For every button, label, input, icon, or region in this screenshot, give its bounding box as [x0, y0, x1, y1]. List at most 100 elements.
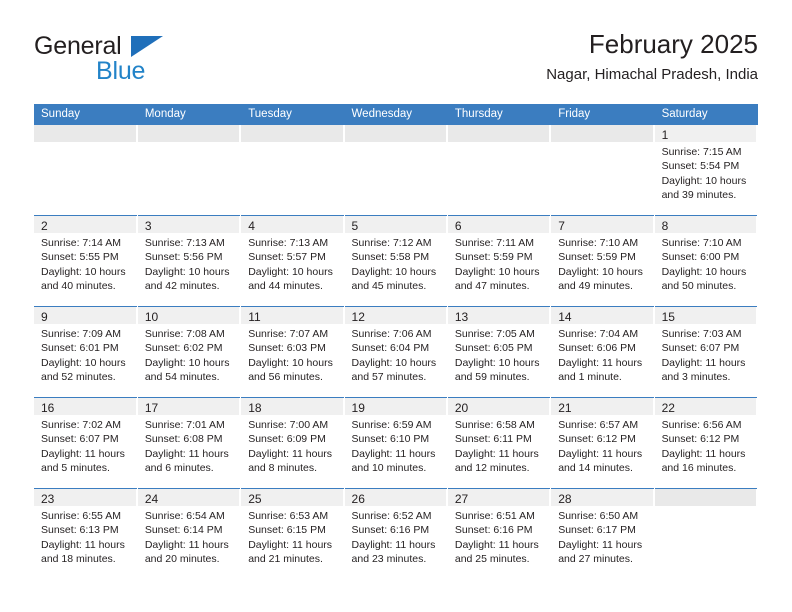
day-cell[interactable]: 11 Sunrise: 7:07 AM Sunset: 6:03 PM Dayligh… — [241, 307, 344, 397]
day-number: 22 — [661, 401, 675, 415]
day-details: Sunrise: 7:10 AM Sunset: 6:00 PM Daylight:… — [654, 233, 757, 294]
day-cell[interactable]: 23 Sunrise: 6:55 AM Sunset: 6:13 PM Dayligh… — [34, 489, 137, 579]
calendar-grid: Sunday Monday Tuesday Wednesday Thursday… — [34, 104, 759, 579]
day-cell[interactable]: 26 Sunrise: 6:52 AM Sunset: 6:16 PM Dayligh… — [344, 489, 447, 579]
sunrise-text: Sunrise: 7:13 AM — [248, 237, 329, 249]
calendar-day-cell[interactable]: 9 Sunrise: 7:09 AM Sunset: 6:01 PM Daylight… — [34, 306, 138, 398]
sunset-text: Sunset: 5:56 PM — [144, 251, 223, 264]
calendar-day-cell[interactable]: 23 Sunrise: 6:55 AM Sunset: 6:13 PM Dayligh… — [34, 488, 138, 579]
calendar-day-cell[interactable]: 1 Sunrise: 7:15 AM Sunset: 5:54 PM Daylight… — [654, 125, 759, 216]
calendar-day-cell[interactable]: 14 Sunrise: 7:04 AM Sunset: 6:06 PM Dayligh… — [550, 306, 655, 398]
day-cell[interactable]: 27 Sunrise: 6:51 AM Sunset: 6:16 PM Dayligh… — [447, 489, 551, 579]
day-cell[interactable]: 22 Sunrise: 6:56 AM Sunset: 6:12 PM Dayligh… — [654, 398, 757, 488]
day-number-band: 11 — [241, 307, 344, 324]
day-cell[interactable]: 28 Sunrise: 6:50 AM Sunset: 6:17 PM Dayligh… — [551, 489, 654, 579]
day-number: 18 — [248, 401, 262, 415]
day-cell[interactable]: 6 Sunrise: 7:11 AM Sunset: 5:59 PM Daylight… — [447, 216, 551, 306]
calendar-day-cell[interactable] — [34, 125, 138, 216]
day-number: 7 — [558, 219, 565, 233]
sunset-text: Sunset: 6:08 PM — [144, 433, 223, 446]
day-details: Sunrise: 6:54 AM Sunset: 6:14 PM Daylight:… — [137, 506, 241, 567]
day-cell[interactable]: 2 Sunrise: 7:14 AM Sunset: 5:55 PM Daylight… — [34, 216, 137, 306]
calendar-day-cell[interactable]: 7 Sunrise: 7:10 AM Sunset: 5:59 PM Daylight… — [550, 215, 655, 307]
day-cell[interactable]: 4 Sunrise: 7:13 AM Sunset: 5:57 PM Daylight… — [241, 216, 344, 306]
daylight-text-line2: and 59 minutes. — [454, 370, 530, 383]
day-number-band — [137, 125, 241, 142]
calendar-day-cell[interactable]: 11 Sunrise: 7:07 AM Sunset: 6:03 PM Dayligh… — [240, 306, 345, 398]
calendar-day-cell[interactable] — [137, 125, 242, 216]
calendar-day-cell[interactable]: 15 Sunrise: 7:03 AM Sunset: 6:07 PM Dayligh… — [654, 306, 759, 398]
day-number-band: 6 — [447, 216, 551, 233]
calendar-day-cell[interactable]: 25 Sunrise: 6:53 AM Sunset: 6:15 PM Dayligh… — [240, 488, 345, 579]
calendar-day-cell[interactable]: 22 Sunrise: 6:56 AM Sunset: 6:12 PM Dayligh… — [654, 397, 759, 489]
day-cell[interactable]: 7 Sunrise: 7:10 AM Sunset: 5:59 PM Daylight… — [551, 216, 654, 306]
day-details: Sunrise: 6:50 AM Sunset: 6:17 PM Daylight:… — [551, 506, 654, 567]
calendar-day-cell[interactable]: 13 Sunrise: 7:05 AM Sunset: 6:05 PM Dayligh… — [447, 306, 552, 398]
day-cell[interactable]: 13 Sunrise: 7:05 AM Sunset: 6:05 PM Dayligh… — [447, 307, 551, 397]
day-cell[interactable]: 19 Sunrise: 6:59 AM Sunset: 6:10 PM Dayligh… — [344, 398, 447, 488]
calendar-day-cell[interactable]: 26 Sunrise: 6:52 AM Sunset: 6:16 PM Dayligh… — [344, 488, 448, 579]
day-cell[interactable]: 10 Sunrise: 7:08 AM Sunset: 6:02 PM Dayligh… — [137, 307, 241, 397]
calendar-day-cell[interactable]: 27 Sunrise: 6:51 AM Sunset: 6:16 PM Dayligh… — [447, 488, 552, 579]
day-cell[interactable]: 5 Sunrise: 7:12 AM Sunset: 5:58 PM Daylight… — [344, 216, 447, 306]
calendar-day-cell[interactable]: 18 Sunrise: 7:00 AM Sunset: 6:09 PM Dayligh… — [240, 397, 345, 489]
empty-day-cell — [241, 125, 344, 215]
day-cell[interactable]: 14 Sunrise: 7:04 AM Sunset: 6:06 PM Dayligh… — [551, 307, 654, 397]
page-title: February 2025 — [588, 29, 758, 59]
day-details — [654, 506, 757, 509]
calendar-day-cell[interactable]: 16 Sunrise: 7:02 AM Sunset: 6:07 PM Dayligh… — [34, 397, 138, 489]
day-cell[interactable]: 20 Sunrise: 6:58 AM Sunset: 6:11 PM Dayligh… — [447, 398, 551, 488]
calendar-day-cell[interactable] — [240, 125, 345, 216]
daylight-text-line1: Daylight: 11 hours — [661, 356, 746, 369]
day-cell[interactable]: 8 Sunrise: 7:10 AM Sunset: 6:00 PM Daylight… — [654, 216, 757, 306]
calendar-day-cell[interactable]: 4 Sunrise: 7:13 AM Sunset: 5:57 PM Daylight… — [240, 215, 345, 307]
weekday-header-wednesday: Wednesday — [344, 104, 448, 125]
calendar-day-cell[interactable]: 8 Sunrise: 7:10 AM Sunset: 6:00 PM Daylight… — [654, 215, 759, 307]
day-cell[interactable]: 15 Sunrise: 7:03 AM Sunset: 6:07 PM Dayligh… — [654, 307, 757, 397]
sunset-text: Sunset: 6:01 PM — [41, 342, 119, 355]
day-cell[interactable]: 12 Sunrise: 7:06 AM Sunset: 6:04 PM Dayligh… — [344, 307, 447, 397]
calendar-day-cell[interactable]: 24 Sunrise: 6:54 AM Sunset: 6:14 PM Dayligh… — [137, 488, 242, 579]
calendar-day-cell[interactable]: 6 Sunrise: 7:11 AM Sunset: 5:59 PM Daylight… — [447, 215, 552, 307]
day-cell[interactable]: 24 Sunrise: 6:54 AM Sunset: 6:14 PM Dayligh… — [137, 489, 241, 579]
day-cell[interactable]: 17 Sunrise: 7:01 AM Sunset: 6:08 PM Dayligh… — [137, 398, 241, 488]
calendar-day-cell[interactable]: 3 Sunrise: 7:13 AM Sunset: 5:56 PM Daylight… — [137, 215, 242, 307]
daylight-text-line1: Daylight: 11 hours — [144, 447, 229, 460]
calendar-day-cell[interactable] — [344, 125, 448, 216]
daylight-text-line1: Daylight: 10 hours — [351, 265, 437, 278]
calendar-week-row: 23 Sunrise: 6:55 AM Sunset: 6:13 PM Dayligh… — [34, 488, 759, 579]
calendar-day-cell[interactable]: 19 Sunrise: 6:59 AM Sunset: 6:10 PM Dayligh… — [344, 397, 448, 489]
sunrise-text: Sunrise: 7:09 AM — [41, 328, 121, 340]
sunrise-text: Sunrise: 7:15 AM — [661, 146, 742, 158]
calendar-day-cell[interactable]: 17 Sunrise: 7:01 AM Sunset: 6:08 PM Dayligh… — [137, 397, 242, 489]
day-cell[interactable]: 1 Sunrise: 7:15 AM Sunset: 5:54 PM Daylight… — [654, 125, 757, 215]
calendar-day-cell[interactable]: 21 Sunrise: 6:57 AM Sunset: 6:12 PM Dayligh… — [550, 397, 655, 489]
day-details — [344, 142, 447, 145]
sunrise-text: Sunrise: 6:57 AM — [558, 419, 639, 431]
day-cell[interactable]: 9 Sunrise: 7:09 AM Sunset: 6:01 PM Daylight… — [34, 307, 137, 397]
calendar-day-cell[interactable]: 28 Sunrise: 6:50 AM Sunset: 6:17 PM Dayligh… — [550, 488, 655, 579]
calendar-day-cell[interactable]: 2 Sunrise: 7:14 AM Sunset: 5:55 PM Daylight… — [34, 215, 138, 307]
day-number-band: 9 — [34, 307, 137, 324]
day-cell[interactable]: 18 Sunrise: 7:00 AM Sunset: 6:09 PM Dayligh… — [241, 398, 344, 488]
sunrise-text: Sunrise: 7:10 AM — [661, 237, 742, 249]
calendar-day-cell[interactable] — [447, 125, 552, 216]
calendar-day-cell[interactable]: 20 Sunrise: 6:58 AM Sunset: 6:11 PM Dayligh… — [447, 397, 552, 489]
calendar-day-cell[interactable]: 12 Sunrise: 7:06 AM Sunset: 6:04 PM Dayligh… — [344, 306, 448, 398]
day-cell[interactable]: 25 Sunrise: 6:53 AM Sunset: 6:15 PM Dayligh… — [241, 489, 344, 579]
daylight-text-line1: Daylight: 11 hours — [558, 356, 643, 369]
calendar-day-cell[interactable] — [654, 488, 759, 579]
daylight-text-line2: and 47 minutes. — [454, 279, 530, 292]
sunset-text: Sunset: 6:14 PM — [144, 524, 223, 537]
calendar-day-cell[interactable]: 5 Sunrise: 7:12 AM Sunset: 5:58 PM Daylight… — [344, 215, 448, 307]
sunrise-text: Sunrise: 7:13 AM — [144, 237, 225, 249]
calendar-day-cell[interactable]: 10 Sunrise: 7:08 AM Sunset: 6:02 PM Dayligh… — [137, 306, 242, 398]
sunset-text: Sunset: 5:59 PM — [454, 251, 533, 264]
daylight-text-line2: and 27 minutes. — [558, 552, 633, 565]
sunrise-text: Sunrise: 7:10 AM — [558, 237, 639, 249]
general-blue-logo[interactable]: General Blue — [34, 32, 294, 90]
day-cell[interactable]: 21 Sunrise: 6:57 AM Sunset: 6:12 PM Dayligh… — [551, 398, 654, 488]
day-cell[interactable]: 16 Sunrise: 7:02 AM Sunset: 6:07 PM Dayligh… — [34, 398, 137, 488]
calendar-day-cell[interactable] — [550, 125, 655, 216]
day-cell[interactable]: 3 Sunrise: 7:13 AM Sunset: 5:56 PM Daylight… — [137, 216, 241, 306]
